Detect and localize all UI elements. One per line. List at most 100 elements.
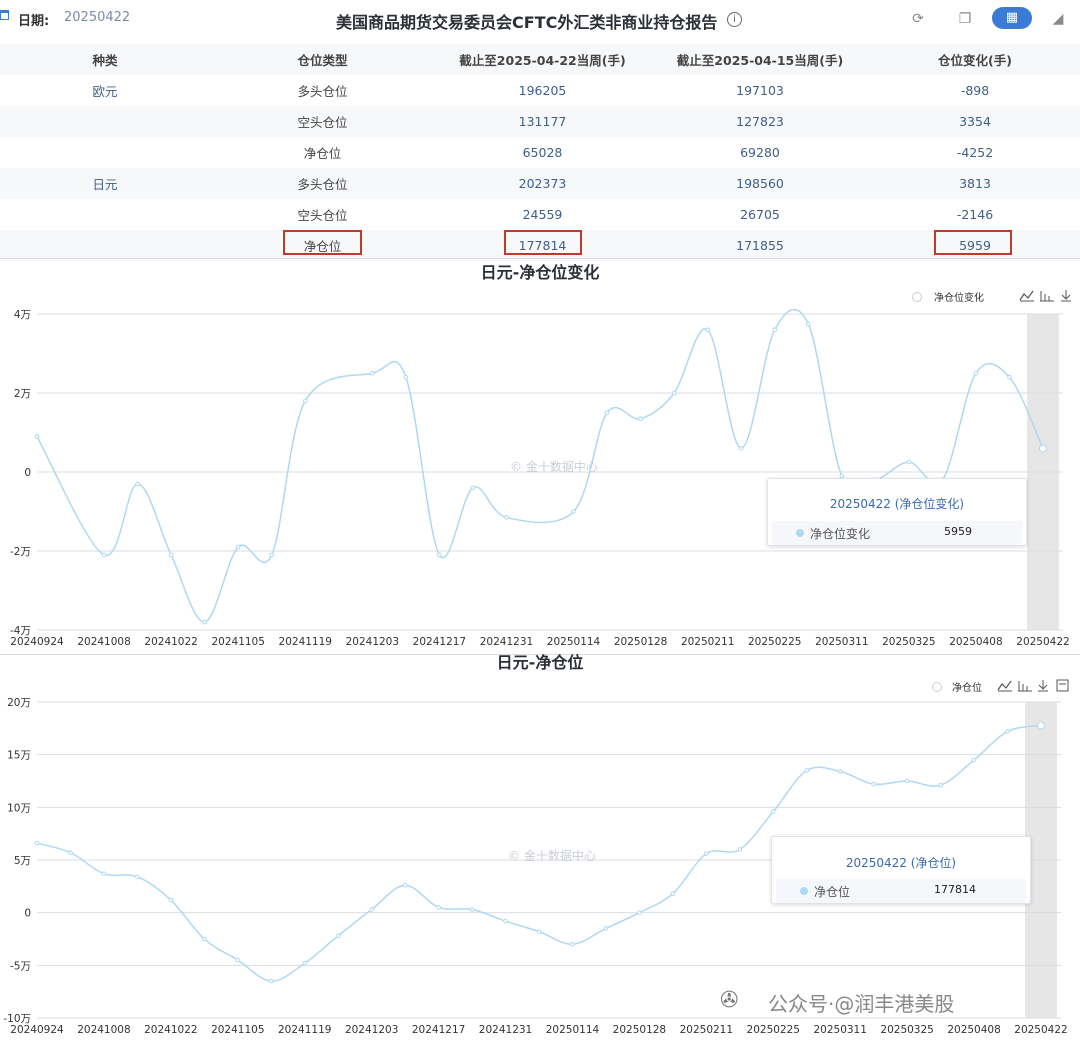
x-tick-label: 20241217 — [413, 636, 466, 648]
info-icon[interactable]: i — [727, 12, 742, 27]
download-icon[interactable] — [1061, 290, 1071, 302]
data-point[interactable] — [202, 619, 207, 625]
table-view-toggle-icon[interactable]: ▦ — [992, 7, 1032, 29]
cell-change: -898 — [960, 83, 990, 98]
data-point[interactable] — [370, 370, 375, 376]
data-point[interactable] — [906, 459, 912, 465]
highlight-box-change-value — [934, 230, 1012, 255]
y-tick-label: 2万 — [14, 388, 31, 400]
data-point[interactable] — [603, 926, 609, 931]
data-point[interactable] — [68, 850, 73, 855]
data-point[interactable] — [504, 515, 509, 520]
line-chart-icon[interactable] — [997, 680, 1012, 692]
data-point[interactable] — [135, 874, 140, 880]
data-point[interactable] — [770, 809, 776, 814]
data-point[interactable] — [436, 905, 441, 910]
data-point[interactable] — [704, 851, 709, 856]
data-point[interactable] — [469, 907, 475, 912]
copy-icon[interactable]: ❐ — [955, 9, 975, 29]
data-point[interactable] — [503, 918, 508, 924]
x-tick-label: 20241203 — [345, 1024, 398, 1036]
data-point[interactable] — [437, 552, 442, 558]
cell-current: 65028 — [522, 145, 563, 160]
data-point[interactable] — [1007, 374, 1012, 380]
legend[interactable]: 净仓位 — [932, 681, 983, 694]
tooltip-series-dot — [796, 529, 804, 537]
x-tick-label: 20241231 — [480, 636, 533, 648]
data-point[interactable] — [604, 410, 610, 416]
watermark: © 金十数据中心 — [510, 459, 598, 474]
wechat-icon: ✇ — [720, 988, 739, 1013]
data-point[interactable] — [837, 769, 843, 774]
date-picker[interactable]: 20250422 — [64, 10, 130, 25]
data-point[interactable] — [938, 782, 943, 788]
data-point[interactable] — [1037, 721, 1045, 730]
x-tick-label: 20240924 — [10, 1024, 64, 1036]
data-point[interactable] — [804, 768, 810, 773]
data-point[interactable] — [571, 509, 576, 514]
wechat-account-text: 公众号·@润丰港美股 — [768, 992, 955, 1016]
data-point[interactable] — [971, 757, 977, 763]
data-point[interactable] — [268, 978, 274, 984]
cell-prior: 197103 — [736, 83, 784, 98]
line-chart-icon[interactable] — [1019, 290, 1034, 302]
data-point[interactable] — [637, 910, 642, 915]
data-point[interactable] — [168, 552, 174, 558]
data-point[interactable] — [973, 370, 979, 376]
data-point[interactable] — [705, 327, 710, 333]
data-point[interactable] — [202, 936, 207, 942]
bar-chart-icon[interactable] — [1018, 681, 1032, 692]
data-point[interactable] — [101, 871, 107, 876]
x-tick-label: 20241231 — [479, 1024, 532, 1036]
x-tick-label: 20241008 — [77, 636, 130, 648]
data-point[interactable] — [34, 434, 40, 439]
data-point[interactable] — [871, 781, 876, 787]
data-point[interactable] — [470, 485, 476, 491]
legend-label: 净仓位变化 — [934, 291, 984, 304]
data-point[interactable] — [302, 398, 308, 404]
data-point[interactable] — [369, 907, 374, 912]
data-point[interactable] — [403, 374, 409, 380]
col-header-prior-week: 截止至2025-04-15当周(手) — [650, 44, 870, 75]
data-point[interactable] — [570, 941, 575, 947]
data-point[interactable] — [302, 960, 308, 966]
data-point[interactable] — [738, 446, 744, 451]
data-point[interactable] — [805, 321, 811, 327]
y-tick-label: 20万 — [7, 697, 31, 709]
refresh-icon[interactable]: ⟳ — [908, 9, 928, 29]
chart-tooltip: 20250422 (净仓位) 净仓位 177814 — [771, 836, 1031, 904]
x-tick-label: 20250311 — [815, 636, 868, 648]
data-point[interactable] — [34, 840, 40, 846]
data-point[interactable] — [402, 882, 408, 888]
data-point[interactable] — [772, 327, 778, 333]
x-tick-label: 20250128 — [613, 1024, 666, 1036]
data-point[interactable] — [536, 929, 542, 934]
highlight-box-net-position — [283, 230, 362, 255]
data-point[interactable] — [335, 933, 341, 939]
legend[interactable]: 净仓位变化 — [912, 291, 985, 304]
download-icon[interactable] — [1038, 680, 1048, 692]
data-point[interactable] — [101, 552, 107, 558]
x-tick-label: 20241119 — [279, 636, 332, 648]
cell-prior: 198560 — [650, 168, 870, 199]
data-point[interactable] — [1005, 729, 1010, 734]
chart-view-icon[interactable]: ◢ — [1048, 9, 1068, 29]
tooltip-value: 5959 — [944, 525, 972, 538]
save-data-icon[interactable] — [1056, 679, 1069, 692]
data-point[interactable] — [168, 897, 174, 903]
data-point[interactable] — [269, 552, 275, 558]
data-point[interactable] — [670, 891, 676, 897]
bar-chart-icon[interactable] — [1040, 291, 1054, 302]
data-point[interactable] — [737, 847, 743, 852]
y-tick-label: 0 — [24, 908, 31, 920]
data-point[interactable] — [135, 481, 140, 487]
legend-marker — [932, 682, 942, 692]
data-point[interactable] — [235, 957, 241, 963]
report-title: 美国商品期货交易委员会CFTC外汇类非商业持仓报告 — [336, 13, 718, 32]
data-point[interactable] — [235, 544, 241, 550]
data-point[interactable] — [638, 416, 643, 421]
data-point[interactable] — [671, 390, 677, 396]
data-point[interactable] — [1039, 444, 1047, 453]
data-point[interactable] — [904, 778, 910, 784]
table-row: 净仓位 65028 69280 -4252 — [0, 137, 1080, 168]
